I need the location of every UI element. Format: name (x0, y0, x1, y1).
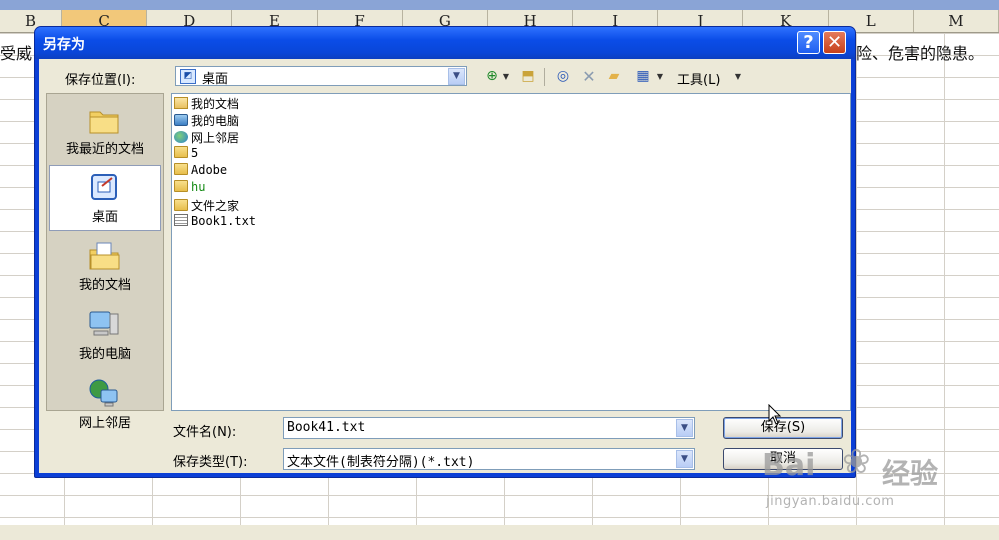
folder-icon (174, 180, 188, 192)
baidu-watermark: Bai ❀ 经验 jingyan.baidu.com (762, 440, 952, 520)
folder-icon (174, 199, 188, 211)
save-in-dropdown[interactable]: ◩ 桌面 ▼ (175, 66, 467, 87)
filename-value: Book41.txt (287, 420, 366, 435)
list-item[interactable]: hu (174, 180, 205, 196)
views-icon[interactable]: ▦ (634, 68, 652, 85)
text-file-icon (174, 214, 188, 226)
docs-icon (174, 97, 188, 109)
place-label: 桌面 (91, 210, 118, 225)
cell-text-right: 险、危害的隐患。 (856, 44, 985, 63)
computer-icon (174, 114, 188, 126)
close-icon: ✕ (826, 32, 843, 53)
place-label: 我的文档 (78, 278, 131, 293)
file-list[interactable]: 我的文档我的电脑网上邻居 5 Adobe hu 文件之家 Book1.txt (171, 93, 851, 411)
file-name: 网上邻居 (191, 131, 240, 145)
list-item[interactable]: 文件之家 (174, 197, 239, 213)
desktop-small-icon: ◩ (180, 69, 196, 84)
file-name: Book1.txt (191, 214, 257, 228)
dialog-body: 保存位置(I): ◩ 桌面 ▼ ⊕ ▼ ⬒ ◎ ✕ ▰ ▦ ▼ 工具(L) ▼ … (39, 59, 851, 473)
file-name: 我的文档 (191, 97, 240, 111)
watermark-brand: 经验 (882, 457, 939, 490)
chevron-down-icon[interactable]: ▼ (448, 68, 465, 85)
tools-menu[interactable]: 工具(L) (677, 69, 720, 88)
folder-icon (174, 163, 188, 175)
list-item[interactable]: Adobe (174, 163, 227, 179)
file-name: hu (191, 180, 206, 194)
ribbon-strip (0, 0, 999, 10)
place-recent-docs[interactable]: 我最近的文档 (49, 98, 161, 164)
file-name: 文件之家 (191, 199, 240, 213)
list-item[interactable]: Book1.txt (174, 214, 256, 230)
save-button[interactable]: 保存(S) (723, 417, 843, 439)
place-label: 我最近的文档 (65, 142, 144, 157)
place-label: 我的电脑 (78, 347, 131, 362)
list-item[interactable]: 我的文档 (174, 95, 239, 111)
list-item[interactable]: 网上邻居 (174, 129, 239, 145)
file-name: 我的电脑 (191, 114, 240, 128)
cell-text-left: 受威 (0, 44, 33, 63)
views-dropdown-icon[interactable]: ▼ (656, 68, 664, 85)
new-folder-icon[interactable]: ▰ (605, 68, 623, 85)
chevron-down-icon[interactable]: ▼ (676, 450, 693, 468)
filetype-value: 文本文件(制表符分隔)(*.txt) (287, 455, 475, 470)
recent-docs-icon (89, 111, 119, 134)
tools-dropdown-icon[interactable]: ▼ (734, 68, 742, 85)
file-name: Adobe (191, 163, 228, 177)
help-button[interactable]: ? (797, 31, 820, 54)
dialog-titlebar[interactable]: 另存为 ? ✕ (35, 27, 855, 59)
mouse-pointer-icon (768, 404, 782, 425)
up-one-level-icon[interactable]: ⬒ (519, 68, 537, 85)
desktop-icon (91, 174, 117, 200)
filetype-label: 保存类型(T): (173, 455, 248, 470)
save-in-value: 桌面 (202, 72, 229, 87)
column-header-m[interactable]: M (914, 10, 999, 32)
my-documents-icon (89, 242, 120, 270)
watermark-logo: Bai (762, 448, 816, 483)
my-computer-icon (89, 311, 119, 336)
filename-input[interactable]: Book41.txt ▼ (283, 417, 695, 439)
save-as-dialog: 另存为 ? ✕ 保存位置(I): ◩ 桌面 ▼ ⊕ ▼ ⬒ ◎ ✕ ▰ ▦ ▼ … (34, 26, 856, 478)
watermark-url: jingyan.baidu.com (766, 494, 895, 509)
filetype-dropdown[interactable]: 文本文件(制表符分隔)(*.txt) ▼ (283, 448, 695, 470)
status-bar (0, 525, 999, 540)
network-places-icon (89, 379, 118, 407)
place-my-computer[interactable]: 我的电脑 (49, 303, 161, 369)
delete-icon[interactable]: ✕ (580, 68, 598, 85)
file-name: 5 (191, 146, 199, 160)
network-icon (174, 131, 188, 143)
chevron-down-icon[interactable]: ▼ (676, 419, 693, 437)
toolbar-separator (544, 68, 545, 86)
list-item[interactable]: 5 (174, 146, 198, 162)
back-dropdown-icon[interactable]: ▼ (502, 68, 510, 85)
places-bar: 我最近的文档 桌面 我的文档 我的电脑 网上邻居 (46, 93, 164, 431)
save-in-label: 保存位置(I): (65, 73, 136, 88)
folder-icon (174, 146, 188, 158)
place-network[interactable]: 网上邻居 (49, 372, 161, 438)
back-icon[interactable]: ⊕ (483, 68, 501, 85)
place-my-documents[interactable]: 我的文档 (49, 234, 161, 300)
dialog-title: 另存为 (43, 37, 85, 53)
close-button[interactable]: ✕ (823, 31, 846, 54)
search-web-icon[interactable]: ◎ (554, 68, 572, 85)
filename-label: 文件名(N): (173, 425, 237, 440)
paw-icon: ❀ (842, 442, 871, 482)
list-item[interactable]: 我的电脑 (174, 112, 239, 128)
place-label: 网上邻居 (78, 416, 131, 431)
place-desktop[interactable]: 桌面 (49, 165, 161, 231)
